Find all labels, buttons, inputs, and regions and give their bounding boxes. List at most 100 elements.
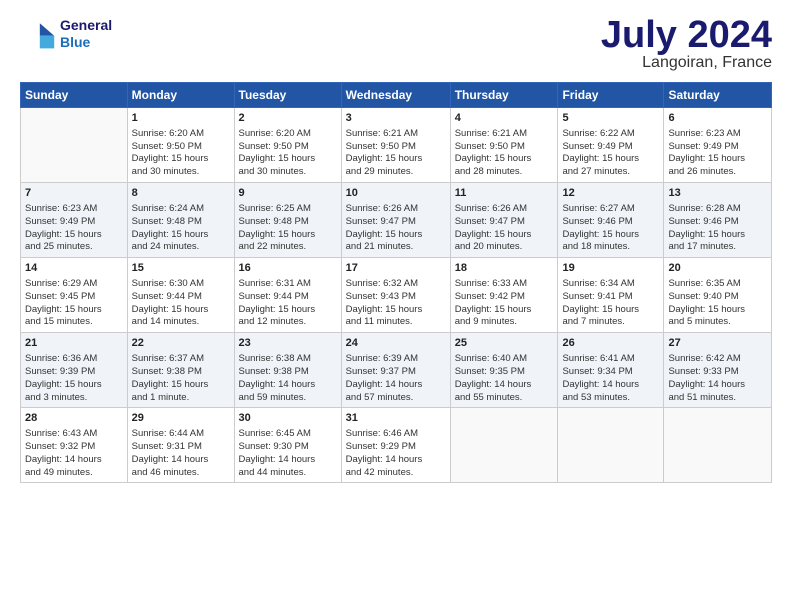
calendar-cell: 23Sunrise: 6:38 AMSunset: 9:38 PMDayligh… xyxy=(234,333,341,408)
calendar-cell: 7Sunrise: 6:23 AMSunset: 9:49 PMDaylight… xyxy=(21,183,128,258)
day-info-line: Daylight: 15 hours xyxy=(668,153,767,166)
day-info-line: Sunrise: 6:24 AM xyxy=(132,203,230,216)
weekday-header-saturday: Saturday xyxy=(664,83,772,108)
calendar-row-1: 1Sunrise: 6:20 AMSunset: 9:50 PMDaylight… xyxy=(21,108,772,183)
day-info-line: Sunrise: 6:38 AM xyxy=(239,353,337,366)
day-info-line: and 17 minutes. xyxy=(668,241,767,254)
calendar-cell: 27Sunrise: 6:42 AMSunset: 9:33 PMDayligh… xyxy=(664,333,772,408)
day-info-line: Daylight: 14 hours xyxy=(455,379,554,392)
day-info-line: Sunrise: 6:28 AM xyxy=(668,203,767,216)
day-info-line: Daylight: 14 hours xyxy=(239,454,337,467)
day-info-line: and 7 minutes. xyxy=(562,316,659,329)
day-info-line: Sunrise: 6:20 AM xyxy=(239,128,337,141)
title-block: July 2024 Langoiran, France xyxy=(601,16,772,72)
day-info-line: and 49 minutes. xyxy=(25,467,123,480)
day-info-line: and 53 minutes. xyxy=(562,392,659,405)
page: General Blue July 2024 Langoiran, France… xyxy=(0,0,792,612)
day-number: 22 xyxy=(132,336,230,351)
day-info-line: Sunset: 9:47 PM xyxy=(346,216,446,229)
subtitle: Langoiran, France xyxy=(601,54,772,72)
day-info-line: Sunrise: 6:23 AM xyxy=(668,128,767,141)
calendar-cell: 4Sunrise: 6:21 AMSunset: 9:50 PMDaylight… xyxy=(450,108,558,183)
day-info-line: Daylight: 14 hours xyxy=(562,379,659,392)
day-number: 26 xyxy=(562,336,659,351)
header: General Blue July 2024 Langoiran, France xyxy=(20,16,772,72)
day-number: 15 xyxy=(132,261,230,276)
day-info-line: Daylight: 15 hours xyxy=(346,153,446,166)
day-info-line: Daylight: 15 hours xyxy=(25,229,123,242)
day-number: 23 xyxy=(239,336,337,351)
calendar-cell: 16Sunrise: 6:31 AMSunset: 9:44 PMDayligh… xyxy=(234,258,341,333)
day-info-line: Sunset: 9:50 PM xyxy=(132,141,230,154)
day-number: 31 xyxy=(346,411,446,426)
day-info-line: Sunset: 9:42 PM xyxy=(455,291,554,304)
calendar-cell: 1Sunrise: 6:20 AMSunset: 9:50 PMDaylight… xyxy=(127,108,234,183)
day-number: 19 xyxy=(562,261,659,276)
calendar-cell: 12Sunrise: 6:27 AMSunset: 9:46 PMDayligh… xyxy=(558,183,664,258)
day-number: 6 xyxy=(668,111,767,126)
day-info-line: Sunset: 9:50 PM xyxy=(346,141,446,154)
day-info-line: Sunrise: 6:33 AM xyxy=(455,278,554,291)
day-number: 16 xyxy=(239,261,337,276)
day-info-line: Daylight: 15 hours xyxy=(562,153,659,166)
weekday-header-row: SundayMondayTuesdayWednesdayThursdayFrid… xyxy=(21,83,772,108)
day-info-line: Sunrise: 6:22 AM xyxy=(562,128,659,141)
day-info-line: and 18 minutes. xyxy=(562,241,659,254)
day-info-line: Daylight: 15 hours xyxy=(132,379,230,392)
day-info-line: Daylight: 15 hours xyxy=(132,229,230,242)
day-info-line: and 21 minutes. xyxy=(346,241,446,254)
day-info-line: Sunrise: 6:36 AM xyxy=(25,353,123,366)
day-number: 14 xyxy=(25,261,123,276)
day-number: 7 xyxy=(25,186,123,201)
day-number: 30 xyxy=(239,411,337,426)
day-info-line: and 25 minutes. xyxy=(25,241,123,254)
day-info-line: Sunrise: 6:23 AM xyxy=(25,203,123,216)
day-number: 12 xyxy=(562,186,659,201)
calendar-cell: 9Sunrise: 6:25 AMSunset: 9:48 PMDaylight… xyxy=(234,183,341,258)
calendar-cell: 31Sunrise: 6:46 AMSunset: 9:29 PMDayligh… xyxy=(341,408,450,483)
day-info-line: and 26 minutes. xyxy=(668,166,767,179)
calendar-cell: 3Sunrise: 6:21 AMSunset: 9:50 PMDaylight… xyxy=(341,108,450,183)
day-number: 2 xyxy=(239,111,337,126)
day-info-line: Daylight: 15 hours xyxy=(346,229,446,242)
day-info-line: Sunset: 9:45 PM xyxy=(25,291,123,304)
day-info-line: and 29 minutes. xyxy=(346,166,446,179)
day-info-line: Sunrise: 6:45 AM xyxy=(239,428,337,441)
day-info-line: Sunset: 9:46 PM xyxy=(668,216,767,229)
day-info-line: Daylight: 15 hours xyxy=(239,229,337,242)
day-info-line: Sunset: 9:50 PM xyxy=(239,141,337,154)
weekday-header-friday: Friday xyxy=(558,83,664,108)
day-info-line: Daylight: 15 hours xyxy=(562,304,659,317)
day-number: 5 xyxy=(562,111,659,126)
weekday-header-tuesday: Tuesday xyxy=(234,83,341,108)
day-info-line: and 15 minutes. xyxy=(25,316,123,329)
day-info-line: Sunrise: 6:40 AM xyxy=(455,353,554,366)
day-info-line: Sunrise: 6:31 AM xyxy=(239,278,337,291)
day-info-line: and 12 minutes. xyxy=(239,316,337,329)
day-info-line: Sunrise: 6:29 AM xyxy=(25,278,123,291)
calendar-row-3: 14 Sunrise: 6:29 AMSunset: 9:45 PM Dayligh… xyxy=(21,258,772,333)
main-title: July 2024 xyxy=(601,16,772,54)
day-info-line: Sunset: 9:37 PM xyxy=(346,366,446,379)
day-info-line: Sunrise: 6:26 AM xyxy=(455,203,554,216)
day-number: 25 xyxy=(455,336,554,351)
day-info-line: and 44 minutes. xyxy=(239,467,337,480)
day-info-line: Sunrise: 6:43 AM xyxy=(25,428,123,441)
day-info-line: Sunset: 9:30 PM xyxy=(239,441,337,454)
day-number: 27 xyxy=(668,336,767,351)
calendar-cell: 25Sunrise: 6:40 AMSunset: 9:35 PMDayligh… xyxy=(450,333,558,408)
day-info-line: Sunrise: 6:21 AM xyxy=(455,128,554,141)
day-info-line: Daylight: 14 hours xyxy=(25,454,123,467)
calendar-cell: 22Sunrise: 6:37 AMSunset: 9:38 PMDayligh… xyxy=(127,333,234,408)
day-info-line: and 11 minutes. xyxy=(346,316,446,329)
day-info-line: Daylight: 15 hours xyxy=(455,304,554,317)
day-number: 10 xyxy=(346,186,446,201)
calendar-row-2: 7Sunrise: 6:23 AMSunset: 9:49 PMDaylight… xyxy=(21,183,772,258)
day-info-line: Daylight: 15 hours xyxy=(668,304,767,317)
day-number: 17 xyxy=(346,261,446,276)
day-info-line: Daylight: 15 hours xyxy=(455,229,554,242)
day-info-line: Sunset: 9:48 PM xyxy=(132,216,230,229)
day-info-line: Sunset: 9:33 PM xyxy=(668,366,767,379)
day-info-line: Daylight: 15 hours xyxy=(346,304,446,317)
logo: General Blue xyxy=(20,16,112,52)
